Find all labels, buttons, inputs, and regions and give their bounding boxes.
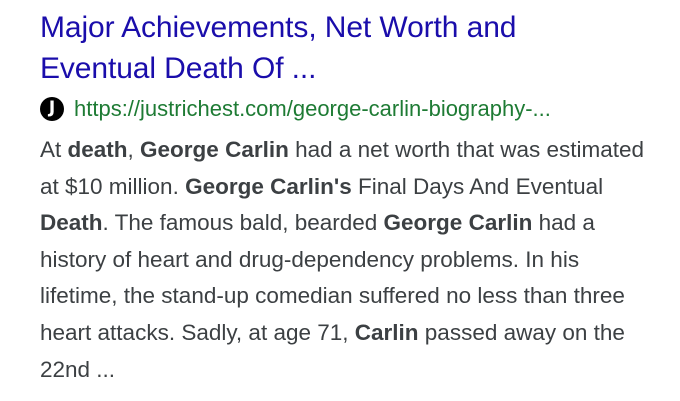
- result-title-line-1: Major Achievements, Net Worth and: [40, 11, 517, 44]
- snippet-keyword: George Carlin: [383, 210, 533, 236]
- search-result: Major Achievements, Net Worth and Eventu…: [40, 0, 670, 388]
- snippet-text: At: [40, 137, 68, 162]
- snippet-keyword: Carlin: [354, 319, 419, 345]
- result-title-line-2: Eventual Death Of ...: [40, 52, 317, 85]
- snippet-text: Final Days And Eventual: [351, 173, 604, 199]
- snippet-keyword: George Carlin: [140, 137, 289, 162]
- snippet-text: ,: [127, 137, 141, 162]
- snippet-keyword: Death: [40, 210, 103, 236]
- result-title-link[interactable]: Major Achievements, Net Worth and Eventu…: [40, 0, 670, 89]
- result-url-link[interactable]: https://justrichest.com/george-carlin-bi…: [74, 96, 551, 122]
- favicon-letter: J: [48, 97, 56, 118]
- result-url-row: J https://justrichest.com/george-carlin-…: [40, 96, 670, 122]
- result-snippet: At death, George Carlin had a net worth …: [40, 132, 645, 388]
- snippet-keyword: George Carlin's: [185, 173, 352, 199]
- snippet-keyword: death: [67, 137, 128, 162]
- justrichest-logo-icon: J: [40, 97, 64, 121]
- snippet-text: . The famous bald, bearded: [102, 210, 384, 236]
